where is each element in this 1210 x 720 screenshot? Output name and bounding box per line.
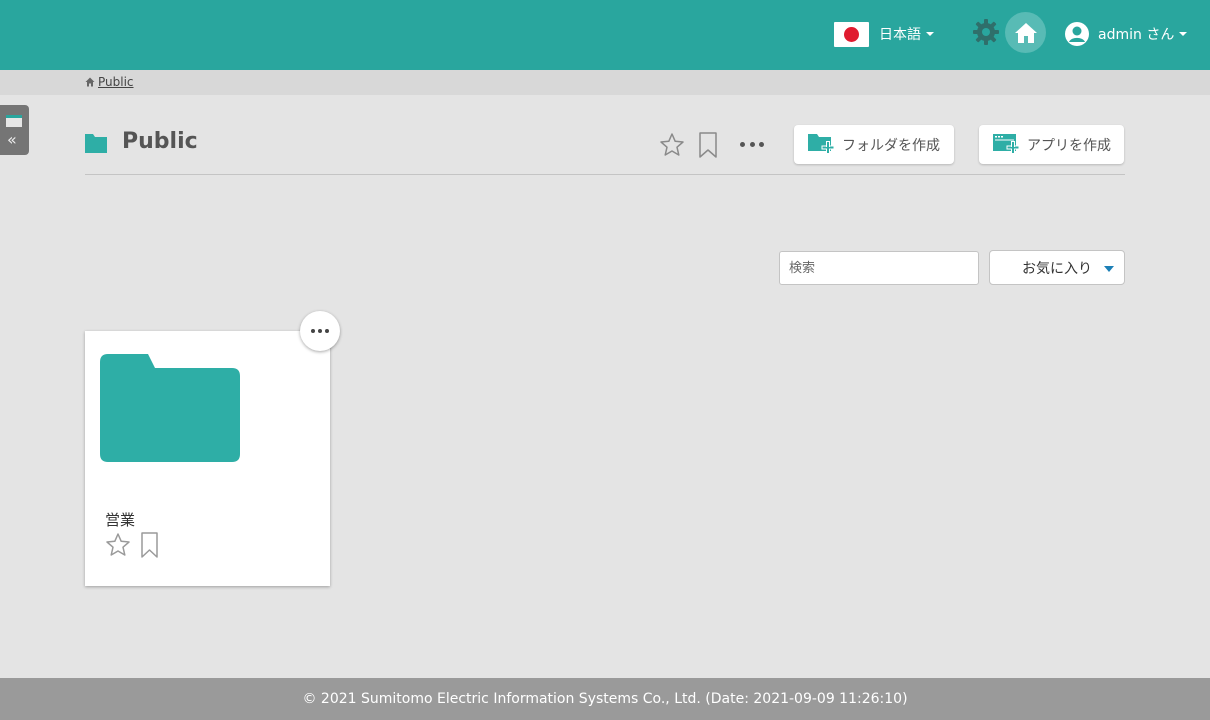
japan-flag-icon	[834, 21, 869, 47]
folder-card-more-button[interactable]	[300, 311, 340, 351]
language-label: 日本語	[879, 27, 921, 43]
folder-card[interactable]: 営業	[85, 331, 330, 586]
create-app-button[interactable]: アプリを作成	[979, 125, 1124, 164]
more-options-button[interactable]	[740, 138, 764, 150]
page-title: Public	[122, 129, 198, 154]
folder-icon	[85, 134, 107, 153]
app-add-icon	[993, 133, 1020, 154]
footer: © 2021 Sumitomo Electric Information Sys…	[0, 678, 1210, 720]
dot	[759, 141, 764, 147]
create-folder-label: フォルダを作成	[842, 137, 940, 154]
language-selector[interactable]: 日本語	[834, 21, 934, 47]
folder-add-icon	[808, 133, 835, 154]
folder-icon	[100, 354, 240, 462]
home-icon	[85, 77, 95, 87]
create-app-label: アプリを作成	[1027, 137, 1111, 154]
title-divider	[85, 174, 1125, 175]
user-menu[interactable]: admin さん	[1065, 21, 1188, 47]
bookmark-icon[interactable]	[140, 532, 159, 558]
double-chevron-left-icon: «	[7, 130, 17, 149]
bookmark-icon[interactable]	[698, 132, 718, 158]
folder-card-name: 営業	[105, 511, 136, 529]
window-icon	[6, 115, 22, 127]
home-icon	[1014, 22, 1037, 43]
dot	[749, 141, 755, 147]
dot	[325, 329, 329, 333]
footer-copyright: © 2021 Sumitomo Electric Information Sys…	[302, 691, 908, 707]
user-avatar-icon	[1065, 22, 1089, 46]
dot	[311, 329, 315, 333]
caret-down-icon	[1179, 32, 1188, 36]
favorites-filter-select[interactable]: お気に入り	[989, 250, 1125, 285]
caret-down-icon	[926, 32, 934, 36]
dot	[318, 329, 322, 333]
breadcrumb-link-public[interactable]: Public	[98, 75, 134, 89]
sidebar-toggle[interactable]: «	[0, 105, 29, 155]
breadcrumb-bar: Public	[0, 70, 1210, 95]
filter-selected-label: お気に入り	[1022, 260, 1092, 277]
favorite-star-icon[interactable]	[659, 132, 685, 158]
create-folder-button[interactable]: フォルダを作成	[794, 125, 954, 164]
caret-down-icon	[1104, 266, 1114, 272]
home-button[interactable]	[1005, 12, 1046, 53]
favorite-star-icon[interactable]	[105, 532, 131, 558]
breadcrumb: Public	[85, 75, 134, 89]
user-name-label: admin さん	[1098, 27, 1175, 43]
dot	[740, 141, 745, 147]
gear-icon[interactable]	[972, 18, 1000, 46]
top-header: 日本語 admin さん	[0, 0, 1210, 70]
search-input[interactable]	[779, 251, 979, 285]
